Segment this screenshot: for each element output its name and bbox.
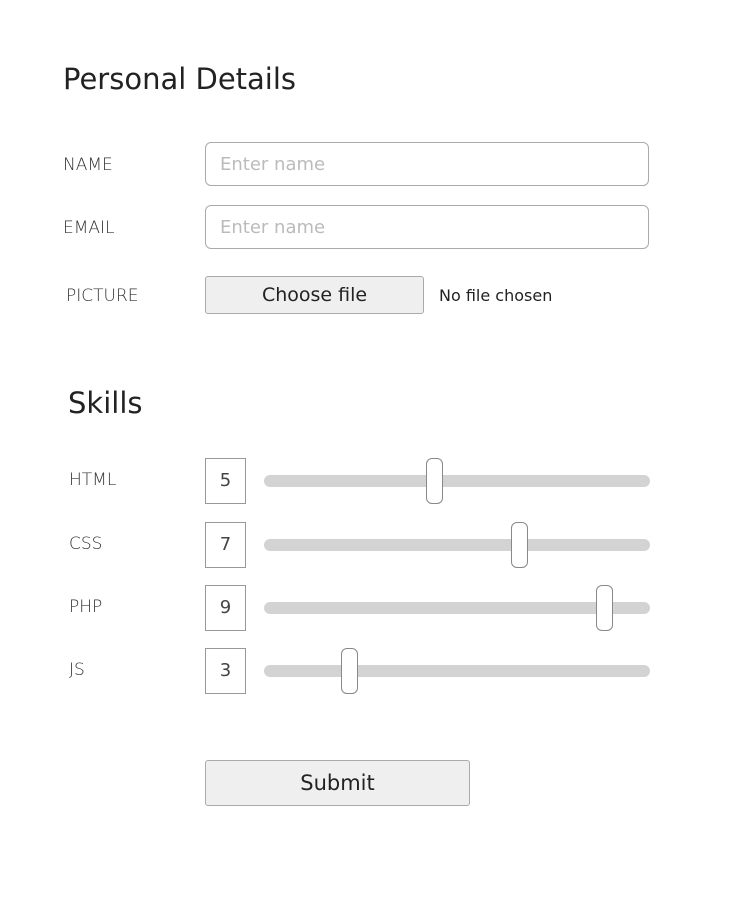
picture-label: PICTURE	[66, 286, 139, 306]
skill-slider[interactable]	[264, 585, 650, 631]
choose-file-button[interactable]: Choose file	[205, 276, 424, 314]
skill-value-box[interactable]: 7	[205, 522, 246, 568]
slider-thumb[interactable]	[341, 648, 358, 694]
skills-heading: Skills	[68, 386, 143, 420]
submit-button[interactable]: Submit	[205, 760, 470, 806]
skill-value-box[interactable]: 3	[205, 648, 246, 694]
skill-label: HTML	[69, 470, 117, 490]
personal-details-heading: Personal Details	[63, 62, 297, 96]
email-label: EMAIL	[63, 218, 115, 238]
skill-slider[interactable]	[264, 648, 650, 694]
skill-slider[interactable]	[264, 522, 650, 568]
name-label: NAME	[63, 155, 113, 175]
skill-slider[interactable]	[264, 458, 650, 504]
skill-label: JS	[69, 660, 85, 680]
slider-thumb[interactable]	[426, 458, 443, 504]
skill-value-box[interactable]: 5	[205, 458, 246, 504]
email-input[interactable]	[205, 205, 649, 249]
file-status: No file chosen	[439, 286, 553, 305]
skill-label: CSS	[69, 534, 103, 554]
slider-thumb[interactable]	[596, 585, 613, 631]
slider-thumb[interactable]	[511, 522, 528, 568]
skill-value-box[interactable]: 9	[205, 585, 246, 631]
skill-label: PHP	[69, 597, 103, 617]
name-input[interactable]	[205, 142, 649, 186]
